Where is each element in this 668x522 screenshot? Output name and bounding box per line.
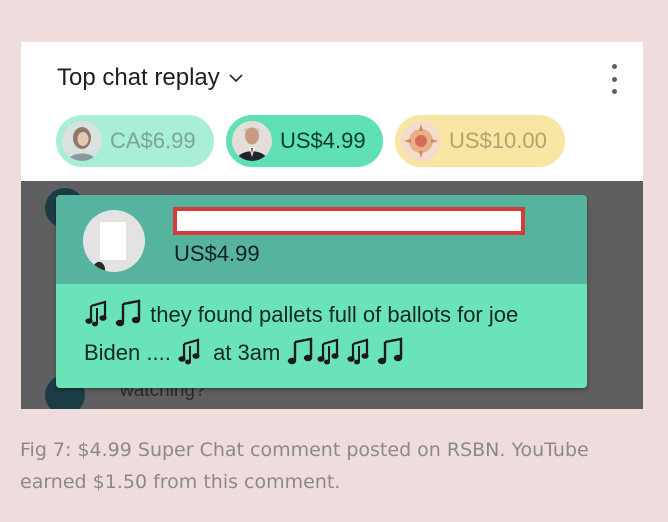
music-note-icon bbox=[376, 336, 406, 366]
chat-screenshot: Top chat replay CA$6.99 US$4.99 US$10.00… bbox=[21, 42, 643, 409]
avatar bbox=[62, 121, 102, 161]
notes-icon bbox=[177, 336, 207, 366]
superchat-card-header: US$4.99 bbox=[56, 195, 587, 284]
superchat-amount: CA$6.99 bbox=[110, 128, 196, 153]
avatar bbox=[83, 210, 145, 272]
chevron-down-icon bbox=[229, 74, 243, 83]
chat-mode-dropdown[interactable]: Top chat replay bbox=[57, 64, 244, 92]
more-vert-icon[interactable] bbox=[607, 64, 621, 94]
superchat-message: they found pallets full of ballots for j… bbox=[84, 296, 574, 372]
superchat-ticker-item[interactable]: US$10.00 bbox=[395, 115, 565, 167]
redacted-username bbox=[173, 207, 525, 235]
figure-caption: Fig 7: $4.99 Super Chat comment posted o… bbox=[20, 439, 589, 493]
superchat-amount: US$4.99 bbox=[280, 128, 366, 153]
chat-mode-label: Top chat replay bbox=[57, 64, 220, 91]
music-note-icon bbox=[114, 298, 144, 328]
avatar bbox=[401, 121, 441, 161]
notes-icon bbox=[84, 298, 114, 328]
superchat-amount: US$4.99 bbox=[174, 241, 260, 266]
superchat-ticker-item[interactable]: CA$6.99 bbox=[56, 115, 214, 167]
notes-icon bbox=[316, 336, 346, 366]
notes-icon bbox=[346, 336, 376, 366]
superchat-message-text: at 3am bbox=[206, 340, 287, 365]
superchat-card: US$4.99 they found pallets full of ballo… bbox=[56, 195, 587, 388]
superchat-amount: US$10.00 bbox=[449, 128, 547, 153]
chat-header: Top chat replay CA$6.99 US$4.99 US$10.00 bbox=[21, 42, 643, 181]
music-note-icon bbox=[286, 336, 316, 366]
superchat-ticker-item[interactable]: US$4.99 bbox=[226, 115, 383, 167]
avatar bbox=[232, 121, 272, 161]
